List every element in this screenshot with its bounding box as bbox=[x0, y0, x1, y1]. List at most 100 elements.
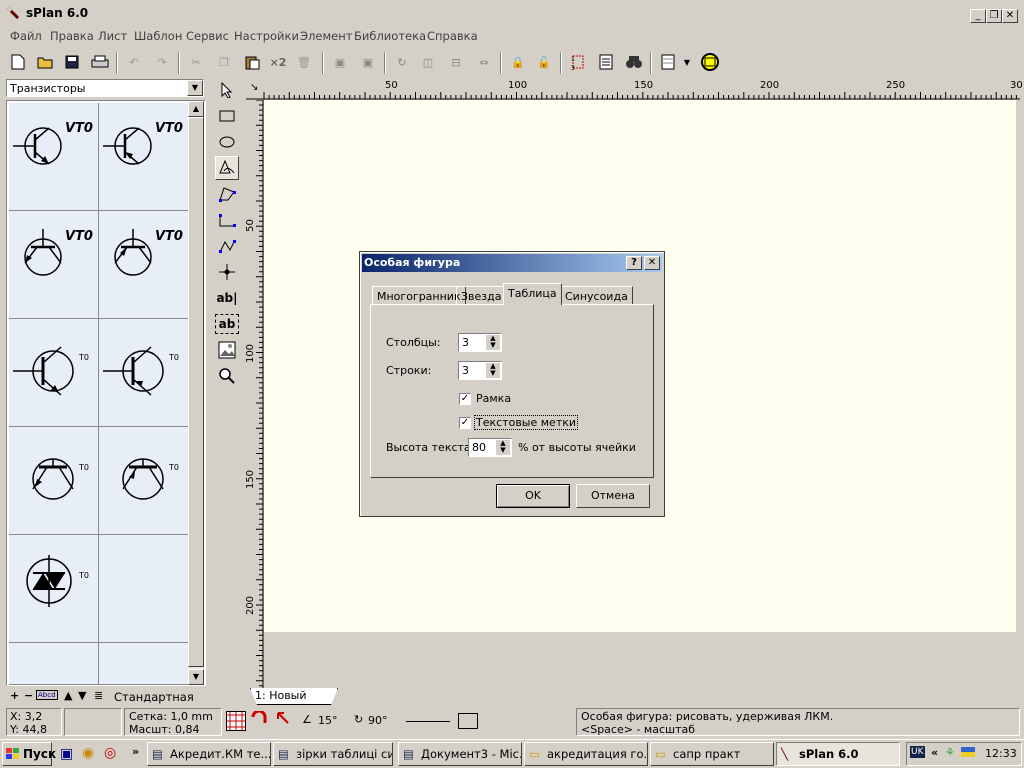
menu-edit[interactable]: Правка bbox=[50, 29, 94, 43]
save-quicklaunch-icon[interactable]: ▣ bbox=[60, 746, 73, 762]
tab-polygon[interactable]: Многогранник bbox=[372, 286, 466, 305]
library-select[interactable]: Транзисторы ▼ bbox=[6, 79, 204, 97]
select-tool[interactable] bbox=[215, 78, 239, 102]
angle-step[interactable]: 15° bbox=[318, 714, 338, 727]
find-button[interactable] bbox=[622, 50, 646, 74]
new-button[interactable] bbox=[6, 50, 30, 74]
start-button[interactable]: Пуск bbox=[2, 742, 56, 766]
tray-expand[interactable]: « bbox=[931, 746, 938, 759]
rectangle-tool[interactable] bbox=[215, 104, 239, 128]
rename-library-button[interactable]: Abcd bbox=[36, 690, 58, 700]
paste-button[interactable] bbox=[240, 50, 264, 74]
zoom-tool[interactable] bbox=[215, 364, 239, 388]
frame-checkbox[interactable]: ✓ bbox=[459, 393, 471, 405]
library-item-npn[interactable]: VT0 bbox=[9, 103, 99, 211]
undo-button[interactable]: ↶ bbox=[122, 50, 146, 74]
mirror-h-button[interactable]: ◫ bbox=[416, 50, 440, 74]
tab-table[interactable]: Таблица bbox=[503, 283, 562, 305]
group-button[interactable]: ▣ bbox=[328, 50, 352, 74]
menu-library[interactable]: Библиотека bbox=[354, 29, 426, 43]
align-button[interactable]: ⇔ bbox=[472, 50, 496, 74]
snap-grid-button[interactable] bbox=[226, 711, 246, 731]
cut-button[interactable]: ✂ bbox=[184, 50, 208, 74]
library-scrollbar[interactable]: ▲ ▼ bbox=[188, 101, 204, 685]
scroll-thumb[interactable] bbox=[188, 117, 204, 667]
flag-icon[interactable] bbox=[961, 747, 975, 757]
library-item-pnp-small[interactable]: T0 bbox=[99, 319, 189, 427]
text-height-stepper[interactable]: 80 ▲ ▼ bbox=[468, 438, 512, 457]
library-item-pnp-down[interactable]: T0 bbox=[99, 427, 189, 535]
task-button-3[interactable]: ▤ Документ3 - Mic... bbox=[398, 742, 522, 766]
menu-service[interactable]: Сервис bbox=[186, 29, 229, 43]
library-name[interactable]: Стандартная bbox=[114, 690, 194, 704]
save-button[interactable] bbox=[60, 50, 84, 74]
language-indicator[interactable]: UK bbox=[910, 746, 925, 758]
bezier-tool[interactable] bbox=[215, 234, 239, 258]
ok-button[interactable]: OK bbox=[496, 484, 570, 508]
tab-sinusoid[interactable]: Синусоида bbox=[560, 286, 633, 305]
textbox-tool[interactable]: ab bbox=[215, 314, 239, 334]
magnet-button[interactable] bbox=[250, 709, 270, 731]
image-tool[interactable] bbox=[215, 338, 239, 362]
zoom-fit-button[interactable] bbox=[698, 50, 722, 74]
cancel-button[interactable]: Отмена bbox=[576, 484, 650, 508]
menu-sheet[interactable]: Лист bbox=[98, 29, 127, 43]
menu-help[interactable]: Справка bbox=[427, 29, 478, 43]
scroll-up-button[interactable]: ▲ bbox=[188, 101, 204, 117]
sheet-tab-1[interactable]: 1: Новый лист bbox=[250, 688, 338, 705]
dialog-help-button[interactable]: ? bbox=[626, 256, 642, 270]
rotate-step[interactable]: 90° bbox=[368, 714, 388, 727]
minimize-button[interactable]: _ bbox=[970, 9, 986, 23]
menu-template[interactable]: Шаблон bbox=[134, 29, 182, 43]
library-item-pnp[interactable]: VT0 bbox=[99, 103, 189, 211]
add-library-button[interactable]: + bbox=[10, 689, 19, 702]
dialog-close-button[interactable]: ✕ bbox=[644, 256, 660, 270]
quicklaunch-more[interactable]: » bbox=[132, 745, 139, 758]
cursor-mode-button[interactable] bbox=[276, 711, 296, 731]
open-button[interactable] bbox=[34, 50, 58, 74]
task-button-2[interactable]: ▤ зірки таблиці си... bbox=[273, 742, 393, 766]
junction-tool[interactable] bbox=[215, 260, 239, 284]
rows-stepper[interactable]: 3 ▲ ▼ bbox=[458, 361, 502, 380]
page-setup-button[interactable] bbox=[656, 50, 680, 74]
library-select-arrow[interactable]: ▼ bbox=[187, 80, 203, 96]
textmarks-checkbox[interactable]: ✓ bbox=[459, 417, 471, 429]
network-icon[interactable]: ⚘ bbox=[945, 746, 955, 759]
mirror-v-button[interactable]: ⊟ bbox=[444, 50, 468, 74]
page-setup-dropdown[interactable]: ▼ bbox=[680, 50, 694, 74]
library-item-npn-small[interactable]: T0 bbox=[9, 319, 99, 427]
duplicate-button[interactable]: ×2 bbox=[266, 50, 290, 74]
stepper-arrows-icon[interactable]: ▲ ▼ bbox=[496, 440, 510, 455]
task-button-splan-active[interactable]: ╲ sPlan 6.0 bbox=[776, 742, 900, 766]
columns-stepper[interactable]: 3 ▲ ▼ bbox=[458, 333, 502, 352]
move-down-button[interactable]: ▼ bbox=[78, 689, 86, 702]
stepper-arrows-icon[interactable]: ▲ ▼ bbox=[486, 363, 500, 378]
library-item-thyristor[interactable]: T0 bbox=[9, 535, 99, 643]
task-button-4[interactable]: ▭ акредитация го... bbox=[524, 742, 648, 766]
browser-quicklaunch-icon[interactable]: ◉ bbox=[82, 745, 94, 761]
restore-button[interactable]: ❐ bbox=[986, 9, 1002, 23]
close-button[interactable]: ✕ bbox=[1002, 9, 1018, 23]
delete-button[interactable]: 🗑 bbox=[292, 50, 316, 74]
ellipse-tool[interactable] bbox=[215, 130, 239, 154]
library-item-npn-down[interactable]: T0 bbox=[9, 427, 99, 535]
menu-file[interactable]: Файл bbox=[10, 29, 42, 43]
line-tool[interactable] bbox=[215, 208, 239, 232]
print-button[interactable] bbox=[88, 50, 112, 74]
library-item-npn-vertical[interactable]: VT0 bbox=[9, 211, 99, 319]
remove-library-button[interactable]: − bbox=[24, 689, 33, 702]
unlock-button[interactable]: 🔓 bbox=[532, 50, 556, 74]
parts-list-button[interactable] bbox=[594, 50, 618, 74]
library-item-pnp-vertical[interactable]: VT0 bbox=[99, 211, 189, 319]
move-up-button[interactable]: ▲ bbox=[64, 689, 72, 702]
fill-style-button[interactable] bbox=[458, 713, 478, 729]
stepper-arrows-icon[interactable]: ▲ ▼ bbox=[486, 335, 500, 350]
line-style-button[interactable] bbox=[406, 721, 450, 722]
polygon-tool[interactable] bbox=[215, 182, 239, 206]
special-shape-tool[interactable] bbox=[215, 156, 239, 180]
text-tool[interactable]: ab| bbox=[215, 286, 239, 310]
menu-settings[interactable]: Настройки bbox=[234, 29, 299, 43]
task-button-5[interactable]: ▭ сапр практ bbox=[650, 742, 774, 766]
menu-element[interactable]: Элемент bbox=[300, 29, 352, 43]
ungroup-button[interactable]: ▣ bbox=[356, 50, 380, 74]
